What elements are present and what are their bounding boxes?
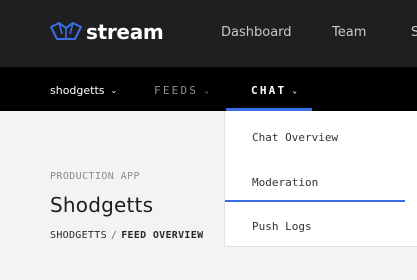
breadcrumb-separator: / — [110, 230, 118, 241]
page-title: Shodgetts — [50, 193, 154, 217]
menu-item-chat-overview[interactable]: Chat Overview — [252, 131, 338, 144]
menu-item-highlight — [225, 200, 405, 202]
tab-chat-label: CHAT — [251, 84, 287, 97]
breadcrumb-current: FEED OVERVIEW — [121, 230, 204, 241]
nav-team[interactable]: Team — [332, 25, 366, 40]
chevron-down-icon: ⌄ — [204, 85, 212, 95]
chat-dropdown-menu: Chat Overview Moderation Push Logs — [224, 111, 417, 247]
menu-item-push-logs[interactable]: Push Logs — [252, 220, 312, 233]
chevron-down-icon: ⌄ — [292, 85, 300, 95]
app-switcher-label: shodgetts — [50, 84, 105, 97]
breadcrumb: SHODGETTS / FEED OVERVIEW — [50, 230, 203, 241]
top-header: stream Dashboard Team S — [0, 0, 417, 67]
nav-dashboard[interactable]: Dashboard — [221, 25, 292, 40]
nav-truncated-item[interactable]: S — [411, 25, 417, 40]
breadcrumb-root[interactable]: SHODGETTS — [50, 230, 107, 241]
stream-logo[interactable]: stream — [50, 20, 164, 44]
tab-chat[interactable]: CHAT ⌄ — [251, 84, 299, 97]
chevron-down-icon: ⌄ — [110, 85, 118, 95]
tab-feeds[interactable]: FEEDS ⌄ — [154, 84, 211, 97]
boat-logo-icon — [50, 22, 82, 42]
brand-name: stream — [86, 20, 164, 44]
tab-feeds-label: FEEDS — [154, 84, 199, 97]
menu-item-moderation[interactable]: Moderation — [252, 176, 318, 189]
app-switcher[interactable]: shodgetts ⌄ — [50, 84, 117, 97]
sub-nav-bar: shodgetts ⌄ FEEDS ⌄ CHAT ⌄ — [0, 67, 417, 111]
app-type-label: PRODUCTION APP — [50, 171, 140, 182]
